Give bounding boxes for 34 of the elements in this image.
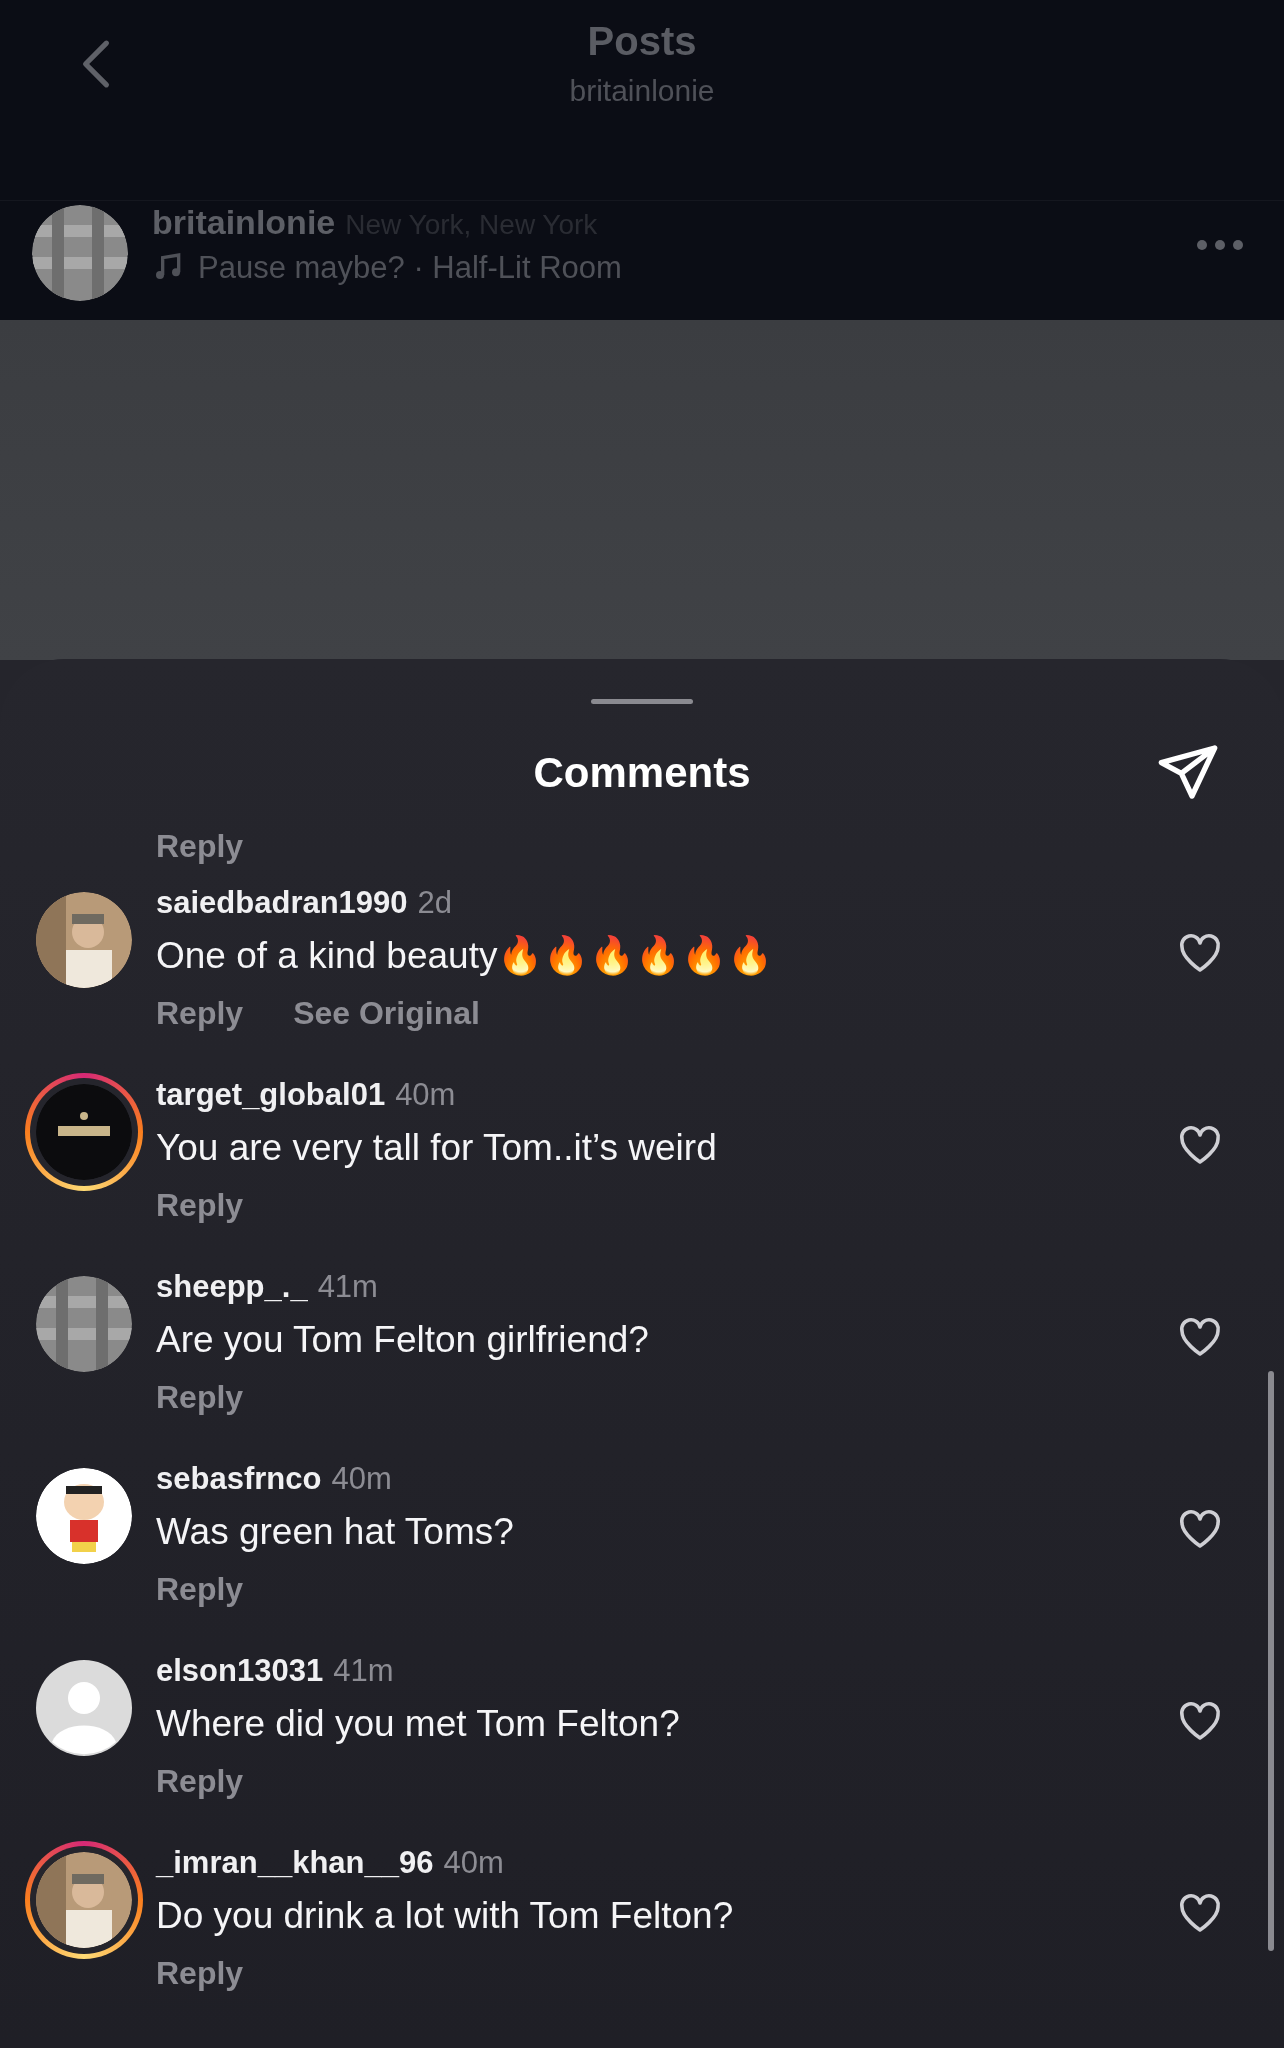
comment-text: Do you drink a lot with Tom Felton? [156, 1893, 735, 1938]
drag-handle[interactable] [591, 699, 693, 704]
sheet-title: Comments [533, 747, 751, 798]
reply-button[interactable]: Reply [156, 1569, 244, 1609]
back-icon[interactable] [80, 38, 112, 90]
comment-username[interactable]: saiedbadran1990 [156, 884, 408, 923]
post-username[interactable]: britainlonie [152, 205, 336, 239]
comment-text: Where did you met Tom Felton? [156, 1701, 681, 1746]
reply-button[interactable]: Reply [156, 1377, 244, 1417]
comment-username[interactable]: target_global01 [156, 1076, 386, 1115]
comment-username[interactable]: sebasfrnco [156, 1460, 322, 1499]
comment-time: 40m [443, 1844, 504, 1882]
audio-label[interactable]: Pause maybe? · Half-Lit Room [198, 251, 622, 283]
comment-username[interactable]: sheepp_._ [156, 1268, 308, 1307]
comment-username[interactable]: _imran__khan__96 [156, 1844, 434, 1883]
reply-button[interactable]: Reply [156, 1185, 244, 1225]
comment-time: 40m [395, 1076, 456, 1114]
reply-button[interactable]: Reply [156, 993, 244, 1033]
comment-time: 41m [317, 1268, 378, 1306]
comment-text: Are you Tom Felton girlfriend? [156, 1317, 650, 1362]
see-original-button[interactable]: See Original [293, 993, 480, 1033]
page-title: Posts [587, 18, 697, 65]
comment-text: One of a kind beauty🔥🔥🔥🔥🔥🔥 [156, 933, 775, 978]
comment-username[interactable]: elson13031 [156, 1652, 324, 1691]
reply-link[interactable]: Reply [156, 826, 244, 866]
comment-text: You are very tall for Tom..it’s weird [156, 1125, 718, 1170]
reply-button[interactable]: Reply [156, 1761, 244, 1801]
reply-button[interactable]: Reply [156, 1953, 244, 1993]
page-subtitle: britainlonie [569, 73, 715, 109]
comment-time: 41m [333, 1652, 394, 1690]
comment-time: 2d [417, 884, 453, 922]
more-icon[interactable] [1196, 239, 1244, 251]
comment-time: 40m [331, 1460, 392, 1498]
comment-text: Was green hat Toms? [156, 1509, 515, 1554]
